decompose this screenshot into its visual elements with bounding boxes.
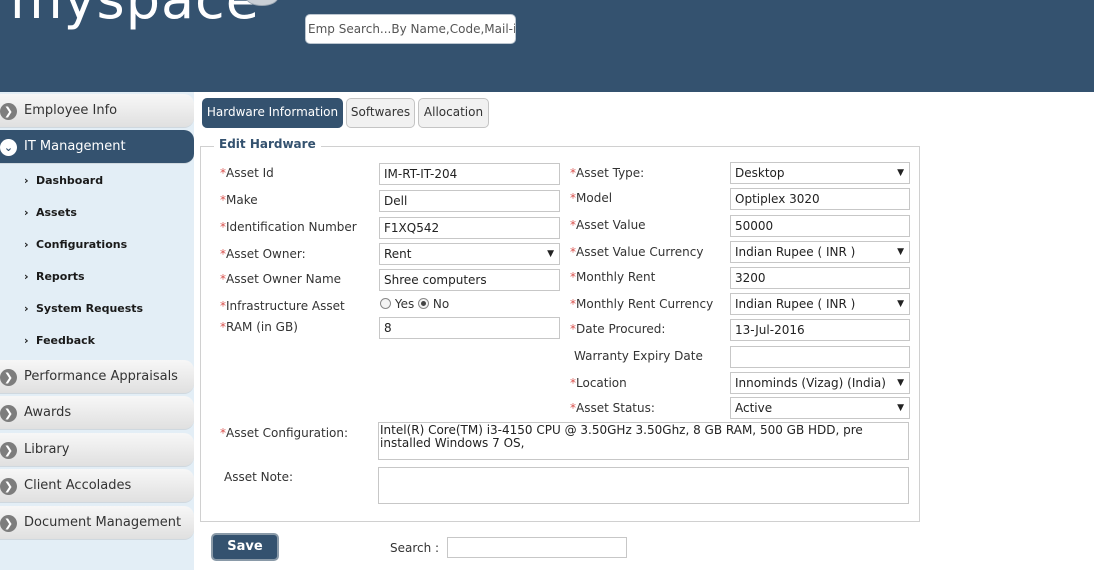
sidebar-item-label: Library bbox=[24, 442, 70, 457]
radio-yes[interactable] bbox=[380, 298, 391, 309]
sidebar: ❯ Employee Info ⌄ IT Management › Dashboa… bbox=[0, 92, 194, 570]
dropdown-arrow-icon: ▼ bbox=[897, 168, 904, 178]
chevron-right-icon: › bbox=[24, 238, 29, 251]
chevron-right-icon: › bbox=[24, 174, 29, 187]
asset-value-currency-select[interactable]: Indian Rupee ( INR ) ▼ bbox=[730, 241, 910, 263]
asset-owner-name-label: *Asset Owner Name bbox=[220, 272, 342, 286]
warranty-expiry-date-field[interactable] bbox=[730, 346, 910, 368]
radio-no-label: No bbox=[432, 297, 450, 311]
chevron-right-icon: ❯ bbox=[0, 515, 17, 532]
chevron-right-icon: ❯ bbox=[0, 442, 17, 459]
dropdown-arrow-icon: ▼ bbox=[547, 249, 554, 259]
location-select[interactable]: Innominds (Vizag) (India) ▼ bbox=[730, 372, 910, 394]
sidebar-item-employee-info[interactable]: ❯ Employee Info bbox=[0, 94, 194, 128]
submenu-item-dashboard[interactable]: › Dashboard bbox=[24, 173, 103, 189]
top-header: myspace bbox=[0, 0, 1094, 92]
chevron-right-icon: › bbox=[24, 334, 29, 347]
monthly-rent-currency-label: *Monthly Rent Currency bbox=[570, 297, 714, 311]
chevron-right-icon: › bbox=[24, 270, 29, 283]
search-input[interactable] bbox=[447, 537, 627, 558]
asset-owner-select[interactable]: Rent ▼ bbox=[379, 243, 560, 265]
asset-id-field[interactable]: IM-RT-IT-204 bbox=[379, 163, 560, 185]
submenu-item-reports[interactable]: › Reports bbox=[24, 269, 85, 285]
make-field[interactable]: Dell bbox=[379, 190, 560, 212]
make-label: *Make bbox=[220, 193, 258, 207]
tab-hardware-information[interactable]: Hardware Information bbox=[202, 98, 343, 128]
asset-note-label: Asset Note: bbox=[224, 470, 294, 484]
dropdown-arrow-icon: ▼ bbox=[897, 247, 904, 257]
sidebar-item-performance-appraisals[interactable]: ❯ Performance Appraisals bbox=[0, 360, 194, 394]
chevron-right-icon: ❯ bbox=[0, 103, 17, 120]
sidebar-item-library[interactable]: ❯ Library bbox=[0, 433, 194, 467]
save-button[interactable]: Save bbox=[211, 533, 279, 561]
ram-field[interactable]: 8 bbox=[379, 317, 560, 339]
tab-softwares[interactable]: Softwares bbox=[346, 98, 415, 128]
chevron-right-icon: ❯ bbox=[0, 405, 17, 422]
chevron-right-icon: ❯ bbox=[0, 369, 17, 386]
asset-value-currency-label: *Asset Value Currency bbox=[570, 245, 704, 259]
sidebar-item-document-management[interactable]: ❯ Document Management bbox=[0, 506, 194, 540]
asset-type-select[interactable]: Desktop ▼ bbox=[730, 162, 910, 184]
asset-value-label: *Asset Value bbox=[570, 218, 646, 232]
radio-no[interactable] bbox=[418, 298, 430, 309]
asset-configuration-textarea[interactable]: Intel(R) Core(TM) i3-4150 CPU @ 3.50GHz … bbox=[378, 422, 909, 460]
date-procured-field[interactable]: 13-Jul-2016 bbox=[730, 319, 910, 341]
sidebar-item-it-management[interactable]: ⌄ IT Management bbox=[0, 130, 194, 164]
submenu-item-configurations[interactable]: › Configurations bbox=[24, 237, 127, 253]
employee-search-input[interactable] bbox=[305, 14, 516, 44]
dropdown-arrow-icon: ▼ bbox=[897, 378, 904, 388]
submenu-item-assets[interactable]: › Assets bbox=[24, 205, 77, 221]
sidebar-item-label: Performance Appraisals bbox=[24, 369, 178, 384]
sidebar-item-label: Document Management bbox=[24, 515, 182, 530]
monthly-rent-label: *Monthly Rent bbox=[570, 270, 656, 284]
identification-number-field[interactable]: F1XQ542 bbox=[379, 217, 560, 239]
ram-label: *RAM (in GB) bbox=[220, 320, 298, 334]
dropdown-arrow-icon: ▼ bbox=[897, 299, 904, 309]
submenu-item-system-requests[interactable]: › System Requests bbox=[24, 301, 143, 317]
infrastructure-asset-radios: Yes No bbox=[380, 297, 449, 311]
identification-number-label: *Identification Number bbox=[220, 220, 357, 234]
sidebar-item-label: Client Accolades bbox=[24, 478, 132, 493]
asset-status-select[interactable]: Active ▼ bbox=[730, 397, 910, 419]
asset-owner-label: *Asset Owner: bbox=[220, 247, 306, 261]
sidebar-item-awards[interactable]: ❯ Awards bbox=[0, 396, 194, 430]
model-field[interactable]: Optiplex 3020 bbox=[730, 188, 910, 210]
radio-yes-label: Yes bbox=[394, 297, 415, 311]
sidebar-item-label: Employee Info bbox=[24, 103, 118, 118]
sidebar-item-label: IT Management bbox=[24, 139, 126, 154]
monthly-rent-field[interactable]: 3200 bbox=[730, 267, 910, 289]
sidebar-item-label: Awards bbox=[24, 405, 72, 420]
chevron-right-icon: ❯ bbox=[0, 478, 17, 495]
warranty-expiry-date-label: Warranty Expiry Date bbox=[574, 349, 703, 363]
asset-value-field[interactable]: 50000 bbox=[730, 215, 910, 237]
asset-configuration-label: *Asset Configuration: bbox=[220, 426, 349, 440]
edit-hardware-legend: Edit Hardware bbox=[214, 137, 321, 151]
asset-type-label: *Asset Type: bbox=[570, 166, 645, 180]
location-label: *Location bbox=[570, 376, 627, 390]
chevron-right-icon: › bbox=[24, 206, 29, 219]
chevron-right-icon: › bbox=[24, 302, 29, 315]
asset-id-label: *Asset Id bbox=[220, 166, 274, 180]
submenu-item-feedback[interactable]: › Feedback bbox=[24, 333, 95, 349]
model-label: *Model bbox=[570, 191, 613, 205]
sidebar-item-client-accolades[interactable]: ❯ Client Accolades bbox=[0, 469, 194, 503]
monthly-rent-currency-select[interactable]: Indian Rupee ( INR ) ▼ bbox=[730, 293, 910, 315]
asset-note-textarea[interactable] bbox=[378, 467, 909, 504]
dropdown-arrow-icon: ▼ bbox=[897, 403, 904, 413]
infrastructure-asset-label: *Infrastructure Asset bbox=[220, 299, 345, 313]
tab-allocation[interactable]: Allocation bbox=[418, 98, 489, 128]
search-label: Search : bbox=[390, 541, 440, 555]
chevron-down-icon: ⌄ bbox=[0, 139, 17, 156]
asset-status-label: *Asset Status: bbox=[570, 401, 655, 415]
myspace-logo[interactable]: myspace bbox=[10, 0, 260, 31]
date-procured-label: *Date Procured: bbox=[570, 322, 666, 336]
asset-owner-name-field[interactable]: Shree computers bbox=[379, 269, 560, 291]
